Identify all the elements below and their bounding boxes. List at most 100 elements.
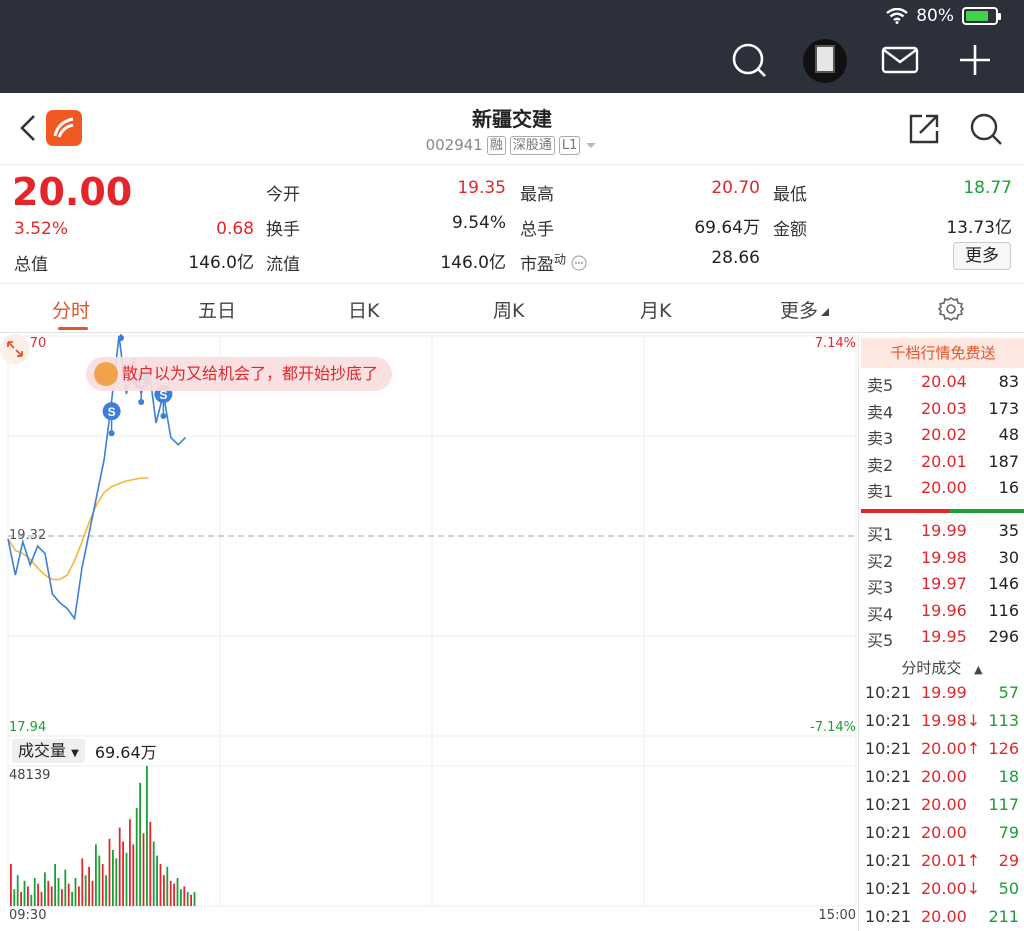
order-book: 千档行情免费送 卖5 20.04 83 卖4 20.03 173 卖3 20.02 48 卖2 20… bbox=[858, 334, 1024, 931]
dropdown-icon[interactable] bbox=[584, 136, 598, 153]
bid-price: 19.98 bbox=[921, 547, 967, 567]
bid-level: 买5 bbox=[867, 631, 894, 650]
sell-signal-marker[interactable]: S bbox=[102, 402, 121, 437]
volume-header: 成交量 ▼ 69.64万 bbox=[12, 739, 157, 763]
tick-price: 20.00↑ bbox=[921, 739, 981, 758]
tab-daily-k[interactable]: 日K bbox=[348, 296, 379, 323]
pct-axis-bottom: -7.14% bbox=[810, 720, 856, 735]
top-bar: 80% bbox=[0, 0, 1024, 93]
volume-bar bbox=[47, 880, 50, 906]
svg-text:S: S bbox=[108, 405, 116, 419]
tab-weekly-k[interactable]: 周K bbox=[493, 296, 524, 323]
float-cap-label: 流值 bbox=[266, 255, 300, 275]
plus-icon[interactable] bbox=[955, 40, 995, 80]
more-dots-icon[interactable] bbox=[571, 255, 587, 271]
open-value: 19.35 bbox=[457, 178, 506, 198]
tab-intraday[interactable]: 分时 bbox=[52, 296, 90, 323]
mail-icon[interactable] bbox=[880, 40, 920, 80]
bid-ask-ratio-bar bbox=[861, 509, 1024, 513]
volume-indicator-select[interactable]: 成交量 ▼ bbox=[12, 739, 85, 763]
wifi-icon bbox=[886, 8, 908, 24]
search-icon[interactable] bbox=[729, 40, 769, 80]
battery-icon bbox=[962, 7, 1001, 25]
ask-volume: 187 bbox=[988, 451, 1019, 471]
tick-time: 10:21 bbox=[865, 767, 912, 786]
volume-label: 总手 bbox=[520, 220, 554, 240]
volume-bar bbox=[183, 886, 186, 906]
bid-level: 买2 bbox=[867, 551, 894, 571]
tick-volume: 29 bbox=[998, 851, 1019, 870]
ask-level: 卖4 bbox=[867, 402, 894, 422]
tick-price: 19.99 bbox=[921, 683, 967, 702]
ask-price: 20.01 bbox=[921, 451, 967, 471]
avatar[interactable] bbox=[803, 39, 847, 83]
tab-monthly-k[interactable]: 月K bbox=[640, 296, 671, 323]
time-start: 09:30 bbox=[9, 908, 47, 923]
volume-bar bbox=[37, 883, 39, 906]
tick-price: 20.00 bbox=[921, 767, 967, 786]
volume-bar bbox=[40, 892, 43, 906]
volume-bar bbox=[95, 844, 97, 906]
sell-signal-marker[interactable]: S bbox=[112, 334, 130, 341]
tick-time: 10:21 bbox=[865, 907, 912, 926]
bid-price: 19.97 bbox=[921, 574, 967, 593]
more-button[interactable]: 更多 bbox=[953, 242, 1011, 270]
tick-price: 19.98↓ bbox=[921, 711, 981, 730]
tick-time: 10:21 bbox=[865, 683, 912, 702]
volume-bar bbox=[54, 864, 56, 906]
volume-bar bbox=[186, 892, 189, 906]
comment-bubble[interactable]: 散户以为又给机会了，都开始抄底了 bbox=[86, 357, 393, 391]
tab-more[interactable]: 更多 bbox=[780, 296, 830, 323]
amount-label: 金额 bbox=[773, 220, 807, 240]
share-icon[interactable] bbox=[906, 111, 942, 147]
emoji-icon bbox=[94, 362, 118, 386]
ask-volume: 173 bbox=[988, 398, 1019, 418]
volume-bar bbox=[152, 841, 155, 906]
bid-volume: 146 bbox=[988, 574, 1019, 593]
tab-five-day[interactable]: 五日 bbox=[198, 296, 236, 323]
bid-row: 买3 19.97 146 bbox=[859, 574, 1024, 600]
volume-bar bbox=[30, 894, 33, 906]
tick-volume: 57 bbox=[998, 683, 1019, 702]
volume-bar bbox=[135, 808, 138, 906]
ask-price: 20.00 bbox=[921, 478, 967, 497]
tick-row: 10:21 19.98↓ 113 bbox=[859, 711, 1024, 737]
intraday-chart[interactable]: SSSS 20.70 7.14% 19.32 17.94 -7.14% 散户以为… bbox=[0, 334, 858, 931]
pct-axis-top: 7.14% bbox=[814, 336, 856, 351]
high-value: 20.70 bbox=[711, 178, 760, 198]
ask-level: 卖1 bbox=[867, 482, 894, 501]
volume-bar bbox=[27, 886, 29, 906]
promo-banner[interactable]: 千档行情免费送 bbox=[861, 338, 1024, 368]
expand-icon[interactable] bbox=[0, 334, 30, 364]
status-bar: 80% bbox=[886, 6, 1001, 26]
tick-time: 10:21 bbox=[865, 795, 912, 814]
volume-bar bbox=[71, 892, 73, 906]
ask-row: 卖5 20.04 83 bbox=[859, 372, 1024, 398]
tick-row: 10:21 20.00 117 bbox=[859, 795, 1024, 821]
volume-bar bbox=[84, 875, 87, 906]
ticks-header[interactable]: 分时成交 ▲ bbox=[859, 657, 1024, 678]
volume-bar bbox=[13, 889, 16, 906]
tag-connect: 深股通 bbox=[509, 136, 555, 155]
search-icon[interactable] bbox=[968, 111, 1004, 147]
turnover-label: 换手 bbox=[266, 220, 300, 240]
stock-code: 002941 bbox=[425, 136, 483, 154]
tick-row: 10:21 20.01↑ 29 bbox=[859, 851, 1024, 877]
ask-volume: 16 bbox=[998, 478, 1019, 497]
tick-volume: 113 bbox=[988, 711, 1019, 730]
volume-bar bbox=[81, 858, 84, 906]
gear-icon[interactable] bbox=[938, 296, 964, 322]
volume-bar bbox=[50, 886, 53, 906]
tick-volume: 50 bbox=[998, 879, 1019, 898]
volume-bar bbox=[176, 878, 179, 906]
volume-bar bbox=[88, 866, 90, 906]
volume-bar bbox=[91, 880, 94, 906]
tick-row: 10:21 20.00 211 bbox=[859, 907, 1024, 931]
tick-price: 20.00 bbox=[921, 823, 967, 842]
tick-volume: 117 bbox=[988, 795, 1019, 814]
volume-bar bbox=[169, 880, 172, 906]
ask-price: 20.03 bbox=[921, 398, 967, 418]
volume-bar bbox=[16, 875, 19, 906]
tick-price: 20.00 bbox=[921, 795, 967, 814]
volume-bar bbox=[33, 878, 36, 906]
